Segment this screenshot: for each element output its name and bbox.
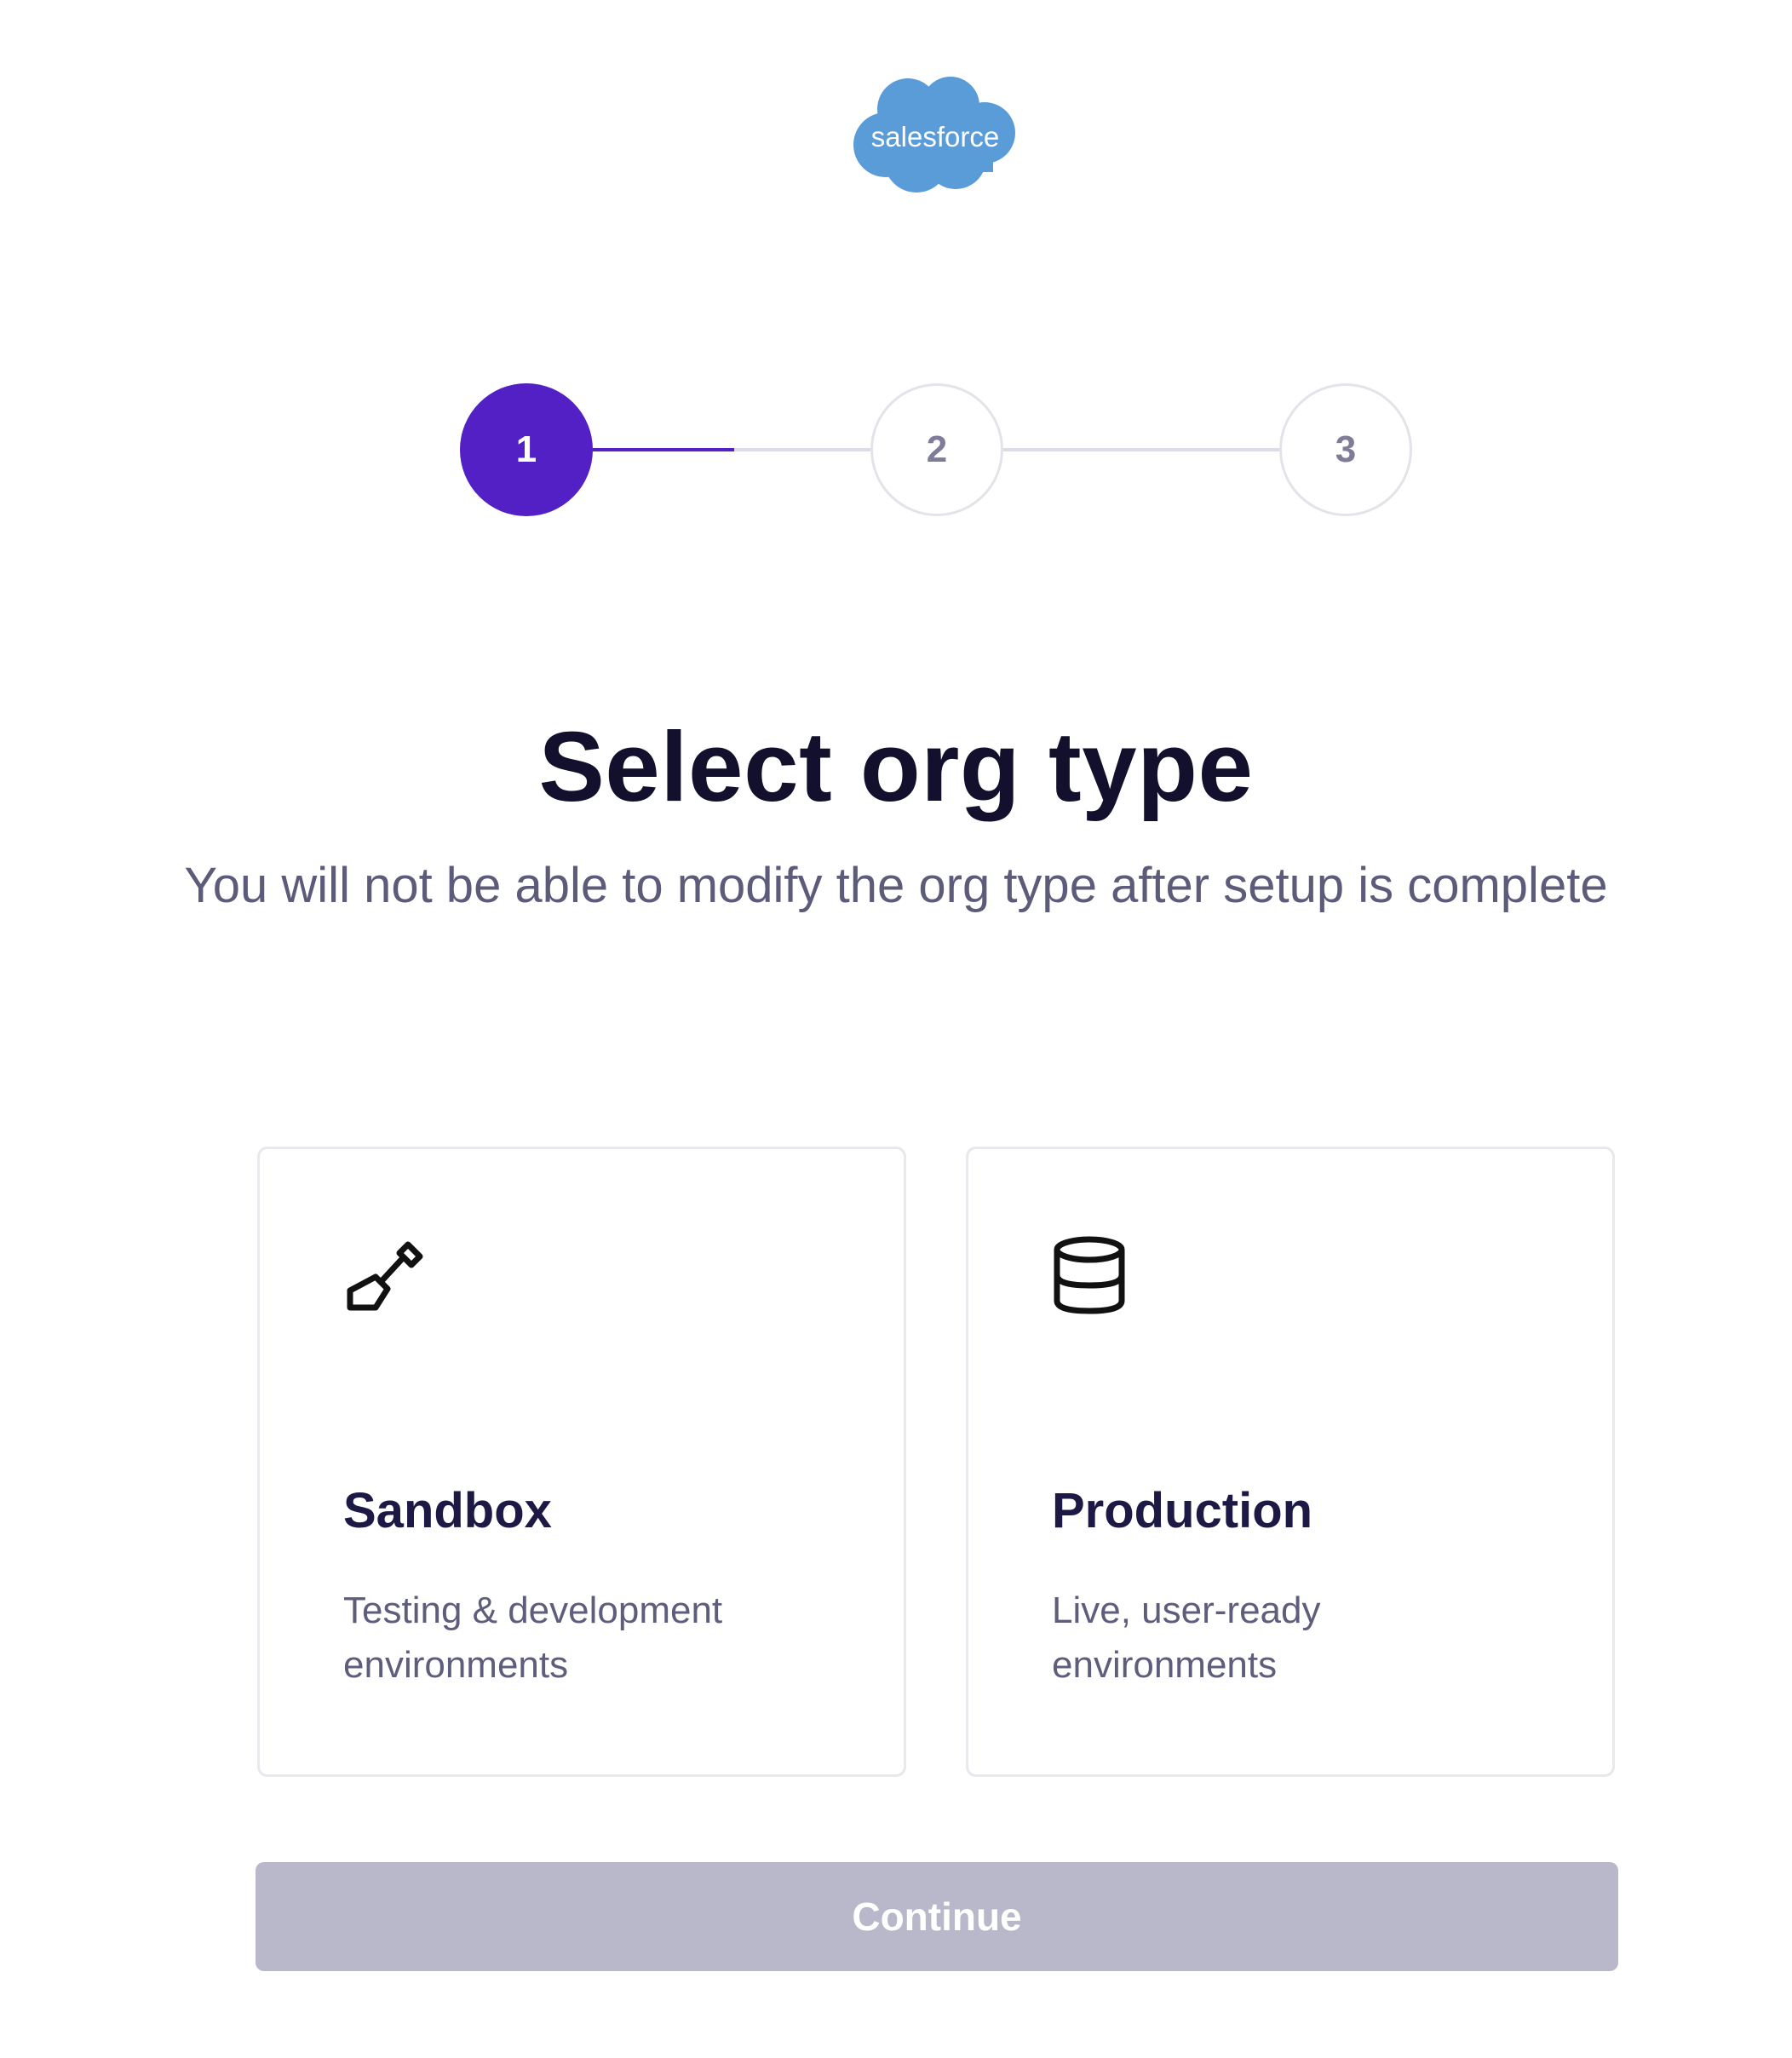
production-description: Live, user-ready environments xyxy=(1052,1589,1321,1686)
sandbox-title: Sandbox xyxy=(343,1483,552,1538)
step-3: 3 xyxy=(1279,383,1412,516)
production-title: Production xyxy=(1052,1483,1313,1538)
step-3-label: 3 xyxy=(1335,428,1357,470)
org-type-option-sandbox[interactable]: Sandbox Testing & development environmen… xyxy=(257,1147,906,1777)
shovel-icon xyxy=(343,1234,425,1316)
stepper-connector-progress xyxy=(589,448,734,451)
sandbox-description: Testing & development environments xyxy=(343,1589,723,1686)
step-2: 2 xyxy=(870,383,1003,516)
continue-button[interactable]: Continue xyxy=(256,1862,1618,1971)
step-1: 1 xyxy=(460,383,593,516)
step-1-label: 1 xyxy=(515,428,537,470)
page-subtitle: You will not be able to modify the org t… xyxy=(184,858,1608,913)
org-type-option-production[interactable]: Production Live, user-ready environments xyxy=(966,1147,1615,1777)
step-2-label: 2 xyxy=(926,428,948,470)
page-title: Select org type xyxy=(538,711,1254,822)
stepper-connector-2 xyxy=(1000,448,1281,451)
progress-stepper: 1 2 3 xyxy=(0,0,1792,596)
database-icon xyxy=(1052,1234,1134,1316)
